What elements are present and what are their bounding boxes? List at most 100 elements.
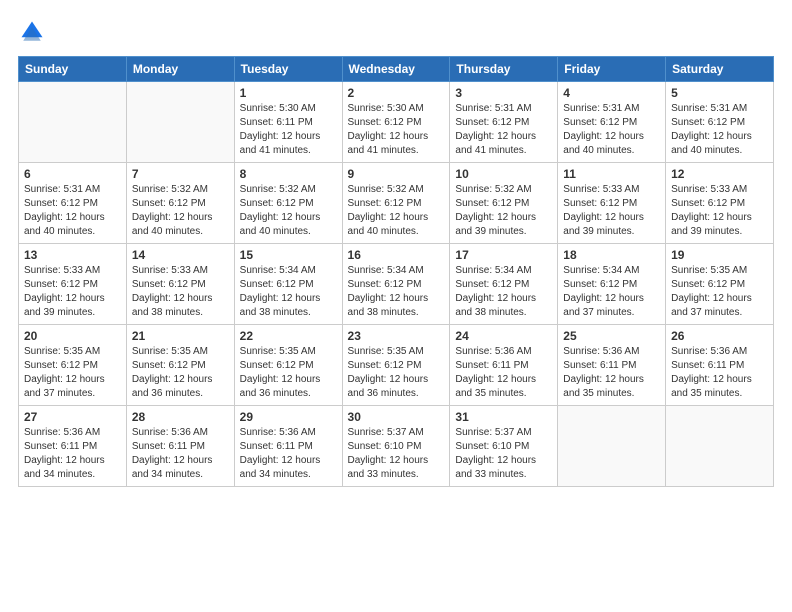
day-number: 30 [348, 410, 445, 424]
day-info: Sunrise: 5:36 AM Sunset: 6:11 PM Dayligh… [132, 426, 229, 482]
calendar-cell: 1 Sunrise: 5:30 AM Sunset: 6:11 PM Daylig… [234, 82, 342, 163]
calendar-cell [19, 82, 127, 163]
calendar-cell: 7 Sunrise: 5:32 AM Sunset: 6:12 PM Daylig… [126, 163, 234, 244]
calendar-cell: 6 Sunrise: 5:31 AM Sunset: 6:12 PM Daylig… [19, 163, 127, 244]
day-info: Sunrise: 5:31 AM Sunset: 6:12 PM Dayligh… [455, 102, 552, 158]
day-info: Sunrise: 5:32 AM Sunset: 6:12 PM Dayligh… [240, 183, 337, 239]
calendar-cell: 17Sunrise: 5:34 AM Sunset: 6:12 PM Dayli… [450, 244, 558, 325]
day-info: Sunrise: 5:33 AM Sunset: 6:12 PM Dayligh… [563, 183, 660, 239]
day-info: Sunrise: 5:30 AM Sunset: 6:11 PM Dayligh… [240, 102, 337, 158]
calendar-cell: 12 Sunrise: 5:33 AM Sunset: 6:12 PM Dayli… [666, 163, 774, 244]
day-number: 18 [563, 248, 660, 262]
calendar-cell [666, 406, 774, 487]
day-number: 7 [132, 167, 229, 181]
logo [18, 18, 50, 46]
weekday-header: Thursday [450, 57, 558, 82]
day-number: 2 [348, 86, 445, 100]
day-info: Sunrise: 5:35 AM Sunset: 6:12 PM Dayligh… [671, 264, 768, 320]
header-row: SundayMondayTuesdayWednesdayThursdayFrid… [19, 57, 774, 82]
day-info: Sunrise: 5:32 AM Sunset: 6:12 PM Dayligh… [132, 183, 229, 239]
calendar-cell: 23 Sunrise: 5:35 AM Sunset: 6:12 PM Dayli… [342, 325, 450, 406]
calendar-cell: 20Sunrise: 5:35 AM Sunset: 6:12 PM Dayli… [19, 325, 127, 406]
day-number: 10 [455, 167, 552, 181]
day-number: 1 [240, 86, 337, 100]
day-number: 6 [24, 167, 121, 181]
day-info: Sunrise: 5:33 AM Sunset: 6:12 PM Dayligh… [671, 183, 768, 239]
calendar-cell: 28 Sunrise: 5:36 AM Sunset: 6:11 PM Dayli… [126, 406, 234, 487]
calendar-cell: 8 Sunrise: 5:32 AM Sunset: 6:12 PM Daylig… [234, 163, 342, 244]
day-number: 4 [563, 86, 660, 100]
day-number: 27 [24, 410, 121, 424]
day-info: Sunrise: 5:33 AM Sunset: 6:12 PM Dayligh… [132, 264, 229, 320]
day-info: Sunrise: 5:34 AM Sunset: 6:12 PM Dayligh… [348, 264, 445, 320]
day-number: 26 [671, 329, 768, 343]
weekday-header: Sunday [19, 57, 127, 82]
day-number: 9 [348, 167, 445, 181]
calendar-cell: 31 Sunrise: 5:37 AM Sunset: 6:10 PM Dayli… [450, 406, 558, 487]
day-info: Sunrise: 5:36 AM Sunset: 6:11 PM Dayligh… [671, 345, 768, 401]
day-number: 5 [671, 86, 768, 100]
weekday-header: Wednesday [342, 57, 450, 82]
day-number: 23 [348, 329, 445, 343]
calendar-cell: 30 Sunrise: 5:37 AM Sunset: 6:10 PM Dayli… [342, 406, 450, 487]
week-row: 27 Sunrise: 5:36 AM Sunset: 6:11 PM Dayli… [19, 406, 774, 487]
day-number: 25 [563, 329, 660, 343]
week-row: 1 Sunrise: 5:30 AM Sunset: 6:11 PM Daylig… [19, 82, 774, 163]
day-number: 14 [132, 248, 229, 262]
weekday-header: Saturday [666, 57, 774, 82]
calendar-cell [126, 82, 234, 163]
day-info: Sunrise: 5:35 AM Sunset: 6:12 PM Dayligh… [348, 345, 445, 401]
day-number: 12 [671, 167, 768, 181]
calendar-cell: 25 Sunrise: 5:36 AM Sunset: 6:11 PM Dayli… [558, 325, 666, 406]
day-number: 31 [455, 410, 552, 424]
day-info: Sunrise: 5:36 AM Sunset: 6:11 PM Dayligh… [240, 426, 337, 482]
day-number: 16 [348, 248, 445, 262]
day-number: 22 [240, 329, 337, 343]
day-info: Sunrise: 5:37 AM Sunset: 6:10 PM Dayligh… [455, 426, 552, 482]
calendar-cell: 24 Sunrise: 5:36 AM Sunset: 6:11 PM Dayli… [450, 325, 558, 406]
calendar-cell: 27 Sunrise: 5:36 AM Sunset: 6:11 PM Dayli… [19, 406, 127, 487]
week-row: 20Sunrise: 5:35 AM Sunset: 6:12 PM Dayli… [19, 325, 774, 406]
day-number: 13 [24, 248, 121, 262]
calendar-cell: 11 Sunrise: 5:33 AM Sunset: 6:12 PM Dayli… [558, 163, 666, 244]
calendar-cell [558, 406, 666, 487]
day-number: 29 [240, 410, 337, 424]
calendar-cell: 21 Sunrise: 5:35 AM Sunset: 6:12 PM Dayli… [126, 325, 234, 406]
day-info: Sunrise: 5:31 AM Sunset: 6:12 PM Dayligh… [24, 183, 121, 239]
day-number: 21 [132, 329, 229, 343]
day-number: 24 [455, 329, 552, 343]
day-number: 8 [240, 167, 337, 181]
day-info: Sunrise: 5:31 AM Sunset: 6:12 PM Dayligh… [671, 102, 768, 158]
calendar-cell: 26 Sunrise: 5:36 AM Sunset: 6:11 PM Dayli… [666, 325, 774, 406]
day-info: Sunrise: 5:36 AM Sunset: 6:11 PM Dayligh… [455, 345, 552, 401]
weekday-header: Tuesday [234, 57, 342, 82]
calendar-cell: 9Sunrise: 5:32 AM Sunset: 6:12 PM Daylig… [342, 163, 450, 244]
header [18, 18, 774, 46]
calendar: SundayMondayTuesdayWednesdayThursdayFrid… [18, 56, 774, 487]
calendar-cell: 2Sunrise: 5:30 AM Sunset: 6:12 PM Daylig… [342, 82, 450, 163]
day-number: 17 [455, 248, 552, 262]
day-info: Sunrise: 5:35 AM Sunset: 6:12 PM Dayligh… [24, 345, 121, 401]
calendar-cell: 5 Sunrise: 5:31 AM Sunset: 6:12 PM Daylig… [666, 82, 774, 163]
weekday-header: Monday [126, 57, 234, 82]
day-info: Sunrise: 5:34 AM Sunset: 6:12 PM Dayligh… [240, 264, 337, 320]
day-number: 3 [455, 86, 552, 100]
day-info: Sunrise: 5:37 AM Sunset: 6:10 PM Dayligh… [348, 426, 445, 482]
calendar-cell: 18 Sunrise: 5:34 AM Sunset: 6:12 PM Dayli… [558, 244, 666, 325]
calendar-cell: 22Sunrise: 5:35 AM Sunset: 6:12 PM Dayli… [234, 325, 342, 406]
calendar-cell: 16 Sunrise: 5:34 AM Sunset: 6:12 PM Dayli… [342, 244, 450, 325]
day-number: 11 [563, 167, 660, 181]
week-row: 13 Sunrise: 5:33 AM Sunset: 6:12 PM Dayli… [19, 244, 774, 325]
day-info: Sunrise: 5:34 AM Sunset: 6:12 PM Dayligh… [563, 264, 660, 320]
day-info: Sunrise: 5:36 AM Sunset: 6:11 PM Dayligh… [563, 345, 660, 401]
day-number: 28 [132, 410, 229, 424]
day-info: Sunrise: 5:36 AM Sunset: 6:11 PM Dayligh… [24, 426, 121, 482]
calendar-cell: 3 Sunrise: 5:31 AM Sunset: 6:12 PM Daylig… [450, 82, 558, 163]
page: SundayMondayTuesdayWednesdayThursdayFrid… [0, 0, 792, 612]
day-info: Sunrise: 5:32 AM Sunset: 6:12 PM Dayligh… [455, 183, 552, 239]
calendar-cell: 19Sunrise: 5:35 AM Sunset: 6:12 PM Dayli… [666, 244, 774, 325]
calendar-cell: 29 Sunrise: 5:36 AM Sunset: 6:11 PM Dayli… [234, 406, 342, 487]
logo-icon [18, 18, 46, 46]
day-info: Sunrise: 5:35 AM Sunset: 6:12 PM Dayligh… [132, 345, 229, 401]
calendar-cell: 15Sunrise: 5:34 AM Sunset: 6:12 PM Dayli… [234, 244, 342, 325]
